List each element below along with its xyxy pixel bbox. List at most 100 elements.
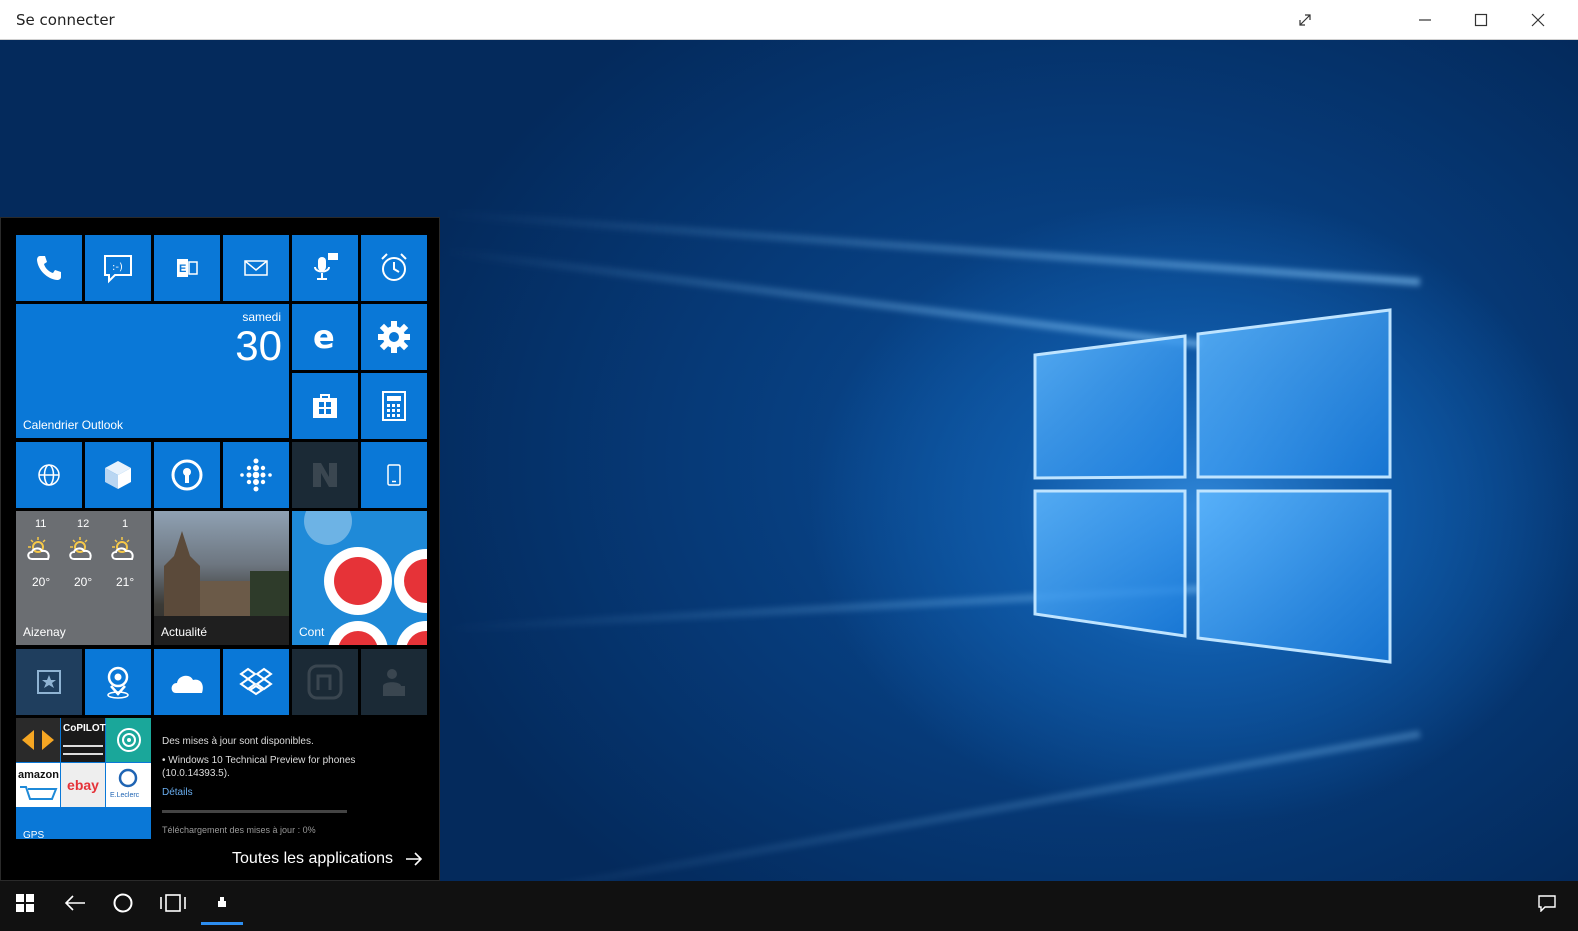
gear-icon <box>378 321 410 353</box>
update-notification[interactable]: Des mises à jour sont disponibles. • Win… <box>152 721 427 839</box>
settings-tile[interactable] <box>361 304 427 370</box>
alarm-clock-icon <box>381 253 407 281</box>
maximize-button[interactable] <box>1458 0 1504 40</box>
task-view-button[interactable] <box>148 881 198 925</box>
store-tile[interactable] <box>292 373 358 439</box>
edge-icon: e <box>313 321 335 353</box>
partly-cloudy-icon <box>111 537 134 560</box>
svg-text:E: E <box>179 263 186 275</box>
road-icon <box>63 745 103 755</box>
update-details-link[interactable]: Détails <box>162 787 193 798</box>
taskbar <box>0 881 1578 931</box>
news-tile[interactable]: Actualité <box>154 511 289 645</box>
weather-hour: 12 <box>77 518 90 530</box>
fitbit-tile[interactable] <box>223 442 289 508</box>
minimize-button[interactable] <box>1402 0 1448 40</box>
mail-icon <box>244 260 268 276</box>
calendar-tile[interactable]: samedi 30 Calendrier Outlook <box>16 304 289 438</box>
store-icon <box>313 394 337 418</box>
messaging-tile[interactable]: :-) <box>85 235 151 301</box>
fitbit-icon <box>240 458 272 492</box>
update-description: • Windows 10 Technical Preview for phone… <box>162 755 356 779</box>
contacts-label: Cont <box>299 625 325 639</box>
weather-tile[interactable]: 11 12 1 20° 20° 21° Aizenay <box>16 511 151 645</box>
phone-icon <box>37 256 61 280</box>
radar-icon <box>116 728 141 752</box>
n-frame-tile[interactable] <box>292 649 358 715</box>
smartphone-icon <box>387 464 401 486</box>
navigation-arrows-icon <box>22 730 54 750</box>
maps-tile[interactable] <box>85 649 151 715</box>
map-pin-icon <box>107 666 129 699</box>
contacts-tile[interactable]: Cont <box>292 511 427 645</box>
minimize-icon <box>1419 19 1431 21</box>
onedrive-tile[interactable] <box>154 649 220 715</box>
mail-tile[interactable] <box>223 235 289 301</box>
back-button[interactable] <box>50 881 100 925</box>
browser-tile[interactable] <box>16 442 82 508</box>
cloud-icon <box>171 675 203 693</box>
copilot-app-tile: CoPILOT <box>61 718 106 762</box>
leclerc-app-tile: E.Leclerc <box>106 763 151 807</box>
outlook-icon: E <box>177 259 198 277</box>
taskbar-app-connect[interactable] <box>201 881 243 925</box>
phone-companion-tile[interactable] <box>361 442 427 508</box>
arrow-right-icon <box>406 852 423 866</box>
keyhole-icon <box>171 459 203 491</box>
weather-temp: 21° <box>116 575 135 589</box>
windows-start-icon <box>16 894 34 912</box>
globe-icon <box>38 464 60 486</box>
dropbox-tile[interactable] <box>223 649 289 715</box>
navigation-app-tile <box>16 718 60 762</box>
n-app-tile[interactable] <box>292 442 358 508</box>
weather-temp: 20° <box>74 575 93 589</box>
cortana-circle-icon <box>113 893 133 913</box>
partly-cloudy-icon <box>69 537 92 560</box>
password-manager-tile[interactable] <box>154 442 220 508</box>
expand-button[interactable] <box>1282 0 1328 40</box>
start-menu: :-) E samedi 30 Calendrier Outlook e 11 … <box>0 217 440 881</box>
window-title: Se connecter <box>16 11 115 29</box>
shopping-cart-icon <box>20 786 58 800</box>
calculator-tile[interactable] <box>361 373 427 439</box>
update-progress-text: Téléchargement des mises à jour : 0% <box>162 825 316 835</box>
calculator-icon <box>382 391 406 421</box>
search-button[interactable] <box>100 881 146 925</box>
leclerc-label: E.Leclerc <box>110 792 140 799</box>
calendar-label: Calendrier Outlook <box>23 418 124 432</box>
favorites-tile[interactable] <box>16 649 82 715</box>
edge-tile[interactable]: e <box>292 304 358 370</box>
phone-tile[interactable] <box>16 235 82 301</box>
leclerc-logo-icon <box>118 768 138 788</box>
message-icon: :-) <box>104 255 132 284</box>
gps-folder-tile[interactable]: CoPILOT amazon ebay E.Leclerc GPS <box>16 718 151 839</box>
dropbox-icon <box>239 667 273 696</box>
close-button[interactable] <box>1515 0 1561 40</box>
voice-recorder-tile[interactable] <box>292 235 358 301</box>
ebay-app-tile: ebay <box>61 763 105 807</box>
svg-text::-): :-) <box>112 262 123 273</box>
update-title: Des mises à jour sont disponibles. <box>162 736 314 747</box>
start-button[interactable] <box>0 881 50 925</box>
gps-folder-label: GPS <box>23 830 45 839</box>
amazon-app-tile: amazon <box>16 763 60 807</box>
alarms-tile[interactable] <box>361 235 427 301</box>
action-center-button[interactable] <box>1524 881 1570 925</box>
3d-builder-tile[interactable] <box>85 442 151 508</box>
back-arrow-icon <box>64 895 85 911</box>
cube-icon <box>105 461 131 489</box>
weather-temp: 20° <box>32 575 51 589</box>
close-icon <box>1531 13 1545 27</box>
calendar-day-number: 30 <box>235 322 282 369</box>
window-titlebar: Se connecter <box>0 0 1578 40</box>
all-apps-button[interactable]: Toutes les applications <box>232 850 423 868</box>
people-tile[interactable] <box>361 649 427 715</box>
svg-text:e: e <box>313 321 335 353</box>
maximize-icon <box>1474 13 1488 27</box>
amazon-label: amazon <box>18 769 59 781</box>
person-icon <box>383 669 405 696</box>
expand-icon <box>1299 14 1311 26</box>
ebay-label: ebay <box>67 777 99 793</box>
outlook-tile[interactable]: E <box>154 235 220 301</box>
weather-hour: 1 <box>122 518 129 530</box>
